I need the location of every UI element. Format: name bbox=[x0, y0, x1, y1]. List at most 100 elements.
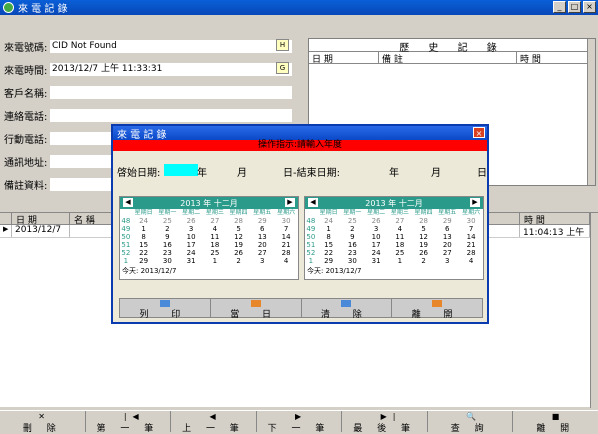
exit-main-button[interactable]: ■ 離 開 bbox=[513, 411, 598, 434]
call-time-input[interactable]: 2013/12/7 上午 11:33:31 bbox=[50, 62, 292, 76]
g-button[interactable]: G bbox=[276, 62, 289, 74]
day-cell[interactable]: 31 bbox=[179, 257, 203, 265]
phone-input[interactable] bbox=[50, 108, 292, 122]
day-cell[interactable]: 14 bbox=[459, 233, 483, 241]
day-cell[interactable]: 23 bbox=[155, 249, 179, 257]
day-cell[interactable]: 26 bbox=[412, 249, 436, 257]
day-cell[interactable]: 2 bbox=[227, 257, 251, 265]
day-cell[interactable]: 17 bbox=[364, 241, 388, 249]
day-cell[interactable]: 29 bbox=[132, 257, 156, 265]
day-cell[interactable]: 8 bbox=[132, 233, 156, 241]
prev-month-icon[interactable]: ◀ bbox=[123, 198, 133, 207]
day-cell[interactable]: 25 bbox=[155, 217, 179, 225]
day-cell[interactable]: 20 bbox=[250, 241, 274, 249]
day-cell[interactable]: 28 bbox=[227, 217, 251, 225]
day-cell[interactable]: 9 bbox=[155, 233, 179, 241]
day-cell[interactable]: 16 bbox=[340, 241, 364, 249]
day-cell[interactable]: 1 bbox=[388, 257, 412, 265]
caller-number-input[interactable]: CID Not Found bbox=[50, 39, 292, 53]
day-cell[interactable]: 2 bbox=[155, 225, 179, 233]
day-cell[interactable]: 29 bbox=[435, 217, 459, 225]
day-cell[interactable]: 26 bbox=[179, 217, 203, 225]
day-cell[interactable]: 10 bbox=[179, 233, 203, 241]
day-cell[interactable]: 11 bbox=[388, 233, 412, 241]
exit-button[interactable]: 離 開 bbox=[392, 299, 482, 320]
day-cell[interactable]: 12 bbox=[227, 233, 251, 241]
day-cell[interactable]: 23 bbox=[340, 249, 364, 257]
day-cell[interactable]: 1 bbox=[203, 257, 227, 265]
day-cell[interactable]: 4 bbox=[274, 257, 298, 265]
day-cell[interactable]: 18 bbox=[203, 241, 227, 249]
day-cell[interactable]: 24 bbox=[179, 249, 203, 257]
day-cell[interactable]: 3 bbox=[435, 257, 459, 265]
day-cell[interactable]: 14 bbox=[274, 233, 298, 241]
day-cell[interactable]: 26 bbox=[364, 217, 388, 225]
day-cell[interactable]: 30 bbox=[459, 217, 483, 225]
day-cell[interactable]: 6 bbox=[435, 225, 459, 233]
day-cell[interactable]: 27 bbox=[388, 217, 412, 225]
day-cell[interactable]: 26 bbox=[227, 249, 251, 257]
day-cell[interactable]: 25 bbox=[203, 249, 227, 257]
day-cell[interactable]: 7 bbox=[459, 225, 483, 233]
day-cell[interactable]: 19 bbox=[412, 241, 436, 249]
day-cell[interactable]: 7 bbox=[274, 225, 298, 233]
day-cell[interactable]: 22 bbox=[132, 249, 156, 257]
day-cell[interactable]: 28 bbox=[459, 249, 483, 257]
search-button[interactable]: 🔍 查 詢 bbox=[428, 411, 514, 434]
day-cell[interactable]: 4 bbox=[459, 257, 483, 265]
day-cell[interactable]: 30 bbox=[274, 217, 298, 225]
close-button[interactable]: × bbox=[583, 1, 596, 13]
day-cell[interactable]: 31 bbox=[364, 257, 388, 265]
day-cell[interactable]: 19 bbox=[227, 241, 251, 249]
day-cell[interactable]: 24 bbox=[132, 217, 156, 225]
day-cell[interactable]: 20 bbox=[435, 241, 459, 249]
day-cell[interactable]: 22 bbox=[317, 249, 341, 257]
next-record-button[interactable]: ▶ 下 一 筆 bbox=[257, 411, 343, 434]
maximize-button[interactable]: □ bbox=[568, 1, 581, 13]
day-cell[interactable]: 4 bbox=[203, 225, 227, 233]
history-scrollbar[interactable] bbox=[587, 39, 595, 185]
today-button[interactable]: 當 日 bbox=[210, 299, 302, 320]
day-cell[interactable]: 29 bbox=[250, 217, 274, 225]
day-cell[interactable]: 2 bbox=[412, 257, 436, 265]
day-cell[interactable]: 15 bbox=[132, 241, 156, 249]
prev-month-icon[interactable]: ◀ bbox=[308, 198, 318, 207]
day-cell[interactable]: 1 bbox=[132, 225, 156, 233]
day-cell[interactable]: 24 bbox=[317, 217, 341, 225]
dialog-close-button[interactable]: × bbox=[473, 127, 485, 138]
day-cell[interactable]: 28 bbox=[412, 217, 436, 225]
day-cell[interactable]: 13 bbox=[250, 233, 274, 241]
day-cell[interactable]: 30 bbox=[340, 257, 364, 265]
prev-record-button[interactable]: ◀ 上 一 筆 bbox=[171, 411, 257, 434]
day-cell[interactable]: 25 bbox=[388, 249, 412, 257]
day-cell[interactable]: 3 bbox=[250, 257, 274, 265]
day-cell[interactable]: 3 bbox=[364, 225, 388, 233]
day-cell[interactable]: 12 bbox=[412, 233, 436, 241]
day-cell[interactable]: 5 bbox=[227, 225, 251, 233]
minimize-button[interactable]: _ bbox=[553, 1, 566, 13]
day-cell[interactable]: 11 bbox=[203, 233, 227, 241]
day-cell[interactable]: 1 bbox=[317, 225, 341, 233]
day-cell[interactable]: 9 bbox=[340, 233, 364, 241]
day-cell[interactable]: 29 bbox=[317, 257, 341, 265]
day-cell[interactable]: 21 bbox=[274, 241, 298, 249]
day-cell[interactable]: 27 bbox=[250, 249, 274, 257]
day-cell[interactable]: 3 bbox=[179, 225, 203, 233]
day-cell[interactable]: 25 bbox=[340, 217, 364, 225]
day-cell[interactable]: 28 bbox=[274, 249, 298, 257]
end-calendar[interactable]: ◀ 2013 年 十二月 ▶ 星期日 星期一 星期二 星期三 星期四 星期五 星期六 48 24… bbox=[304, 196, 484, 280]
day-cell[interactable]: 27 bbox=[203, 217, 227, 225]
day-cell[interactable]: 18 bbox=[388, 241, 412, 249]
day-cell[interactable]: 21 bbox=[459, 241, 483, 249]
next-month-icon[interactable]: ▶ bbox=[285, 198, 295, 207]
today-label[interactable]: 今天: 2013/12/7 bbox=[305, 266, 483, 276]
day-cell[interactable]: 6 bbox=[250, 225, 274, 233]
day-cell[interactable]: 27 bbox=[435, 249, 459, 257]
day-cell[interactable]: 24 bbox=[364, 249, 388, 257]
day-cell[interactable]: 2 bbox=[340, 225, 364, 233]
first-record-button[interactable]: |◀ 第 一 筆 bbox=[86, 411, 172, 434]
day-cell[interactable]: 5 bbox=[412, 225, 436, 233]
day-cell[interactable]: 8 bbox=[317, 233, 341, 241]
day-cell[interactable]: 30 bbox=[155, 257, 179, 265]
clear-button[interactable]: 清 除 bbox=[301, 299, 393, 320]
